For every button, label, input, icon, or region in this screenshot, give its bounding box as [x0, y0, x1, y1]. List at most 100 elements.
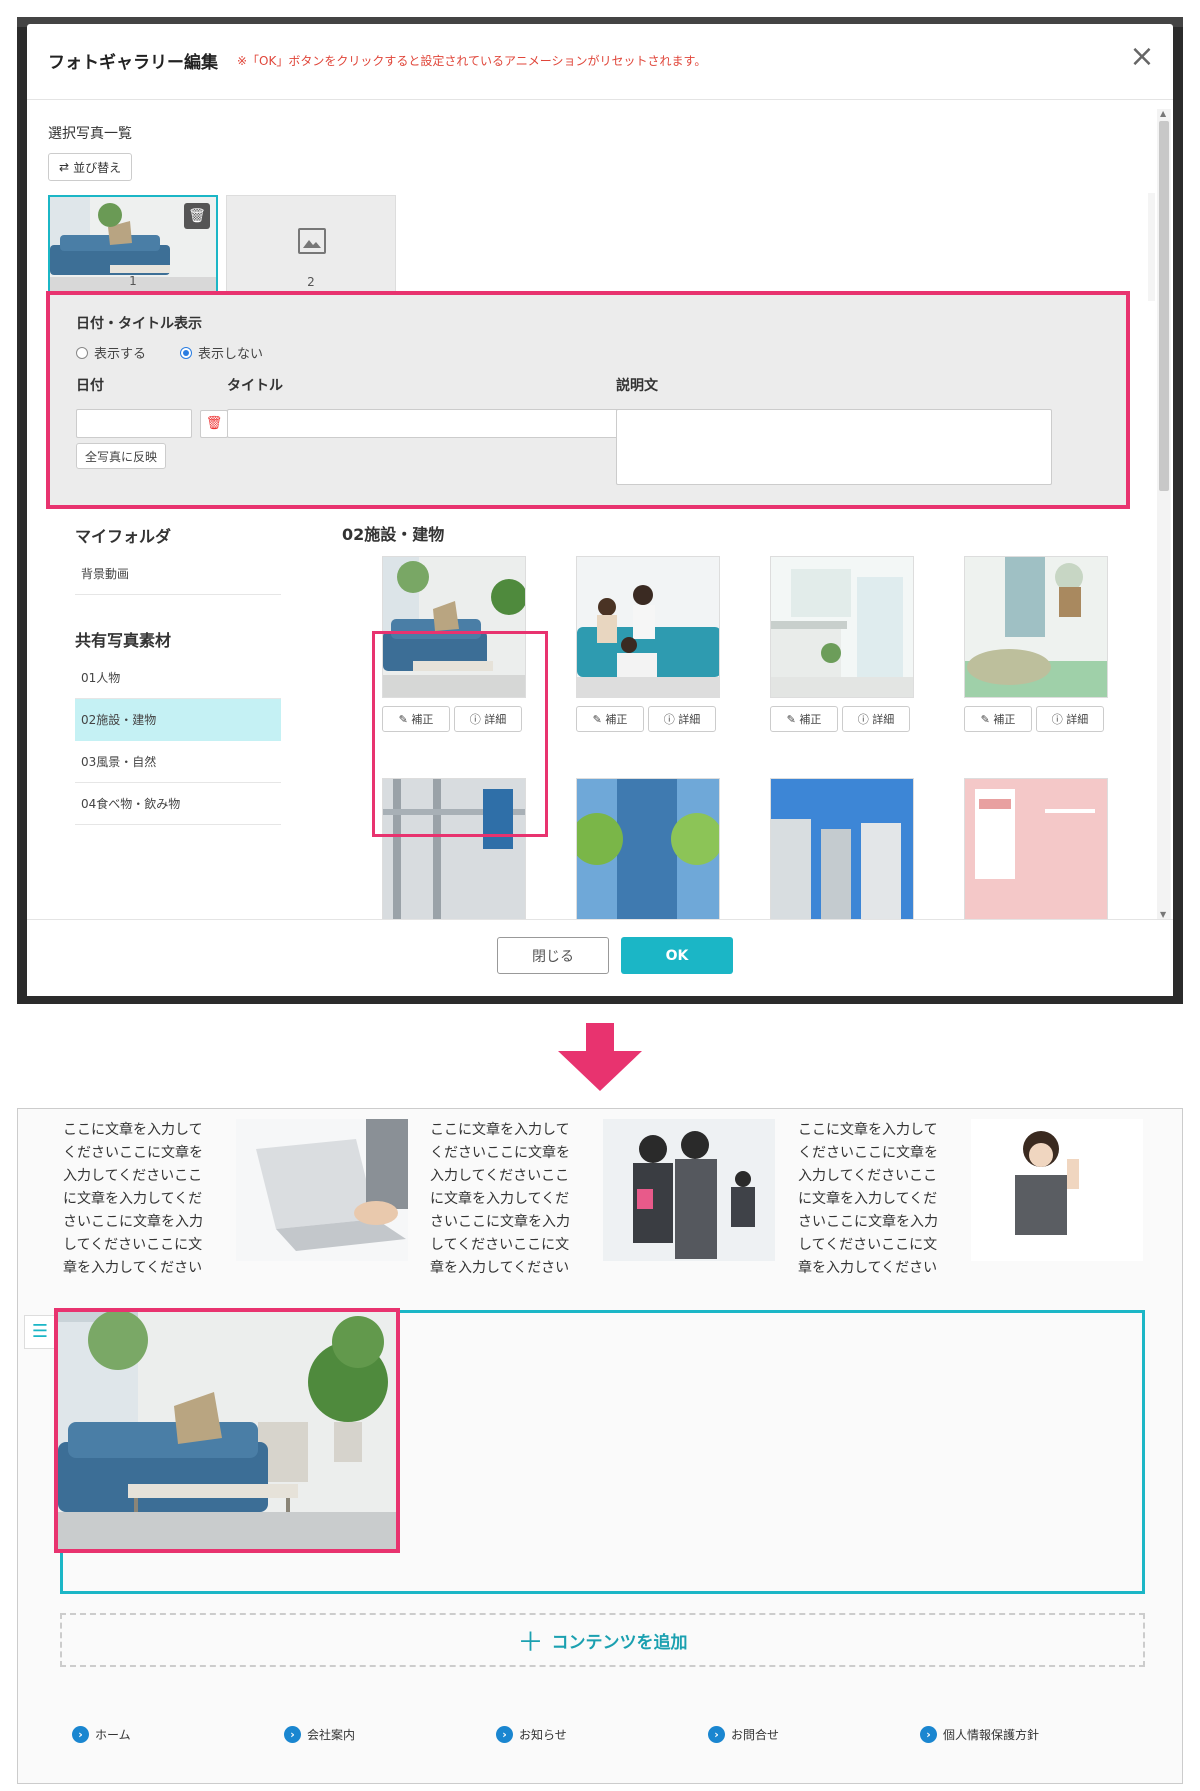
dialog-scrollbar[interactable]: ▲ ▼: [1157, 109, 1171, 919]
dialog-body: 選択写真一覧 ⇄ 並び替え 🗑 1 2 日付・タイトル表示 表示する 表示しない…: [27, 101, 1155, 919]
radio-hide-button[interactable]: [180, 346, 193, 359]
body-text: ここに文章を入力してくださいここに文章を入力してくださいここに文章を入力してくだ…: [798, 1122, 938, 1276]
sort-label: 並び替え: [73, 160, 122, 175]
detail-label: 詳細: [872, 713, 895, 726]
photo-item[interactable]: ✎ 補正 ⓘ 詳細: [964, 556, 1108, 732]
shop-photo[interactable]: [964, 778, 1108, 919]
my-folder-heading: マイフォルダ: [75, 527, 172, 546]
laptop-photo: [236, 1119, 408, 1261]
adjust-button[interactable]: ✎ 補正: [576, 706, 644, 732]
footer-nav-company[interactable]: › 会社案内: [272, 1725, 484, 1743]
scrollbar-thumb[interactable]: [1159, 121, 1169, 491]
dialog-footer: 閉じる OK: [27, 919, 1173, 996]
adjust-label: 補正: [605, 713, 628, 726]
adjust-label: 補正: [799, 713, 822, 726]
footer-nav-privacy[interactable]: › 個人情報保護方針: [908, 1725, 1120, 1743]
apply-all-button[interactable]: 全写真に反映: [76, 443, 167, 469]
radio-hide[interactable]: 表示しない: [180, 343, 263, 362]
footer-nav-label: 会社案内: [307, 1727, 356, 1742]
dialog-warning-note: ※「OK」ボタンをクリックすると設定されているアニメーションがリセットされます。: [237, 54, 707, 68]
gallery-title: 02施設・建物: [342, 525, 445, 544]
folder-item[interactable]: 04食べ物・飲み物: [75, 783, 281, 825]
folder-item[interactable]: 01人物: [75, 657, 281, 699]
add-content-label: コンテンツを追加: [551, 1632, 688, 1653]
folder-item-active[interactable]: 02施設・建物: [75, 699, 281, 741]
adjust-label: 補正: [993, 713, 1016, 726]
date-input[interactable]: [76, 409, 192, 438]
selected-photos-label: 選択写真一覧: [48, 126, 132, 142]
thumbnail-number: 2: [307, 275, 315, 289]
selected-thumbnail-2[interactable]: 2: [226, 195, 396, 293]
footer-nav-home[interactable]: › ホーム: [60, 1725, 272, 1743]
detail-button[interactable]: ⓘ 詳細: [842, 706, 910, 732]
body-text: ここに文章を入力してくださいここに文章を入力してくださいここに文章を入力してくだ…: [63, 1122, 203, 1276]
photo-item[interactable]: ✎ 補正 ⓘ 詳細: [770, 556, 914, 732]
sort-icon: ⇄: [59, 160, 70, 174]
detail-button[interactable]: ⓘ 詳細: [648, 706, 716, 732]
detail-label: 詳細: [678, 713, 701, 726]
chevron-right-icon: ›: [284, 1725, 301, 1743]
operator-photo: [971, 1119, 1143, 1261]
folder-item[interactable]: 03風景・自然: [75, 741, 281, 783]
scroll-down-icon[interactable]: ▼: [1160, 910, 1166, 919]
chevron-right-icon: ›: [708, 1725, 725, 1743]
detail-button[interactable]: ⓘ 詳細: [1036, 706, 1104, 732]
chevron-right-icon: ›: [72, 1725, 89, 1743]
chevron-right-icon: ›: [496, 1725, 513, 1743]
building-tree-photo[interactable]: [576, 778, 720, 919]
delete-icon[interactable]: 🗑: [184, 203, 210, 229]
clear-date-icon[interactable]: 🗑: [200, 410, 228, 438]
cushion-photo[interactable]: [964, 556, 1108, 698]
footer-nav: › ホーム › 会社案内 › お知らせ › お問合せ › 個人情報保護方針: [60, 1699, 1145, 1769]
footer-nav-news[interactable]: › お知らせ: [484, 1725, 696, 1743]
folder-item[interactable]: 背景動画: [75, 553, 281, 595]
footer-nav-label: お問合せ: [731, 1727, 780, 1742]
family-photo[interactable]: [576, 556, 720, 698]
folder-list: マイフォルダ 背景動画 共有写真素材 01人物 02施設・建物 03風景・自然 …: [75, 521, 281, 825]
close-button[interactable]: 閉じる: [497, 937, 609, 974]
image-placeholder-icon: [298, 228, 326, 254]
photo-item[interactable]: [770, 778, 914, 919]
ok-button[interactable]: OK: [621, 937, 733, 974]
selected-thumbnail-1[interactable]: 🗑 1: [48, 195, 218, 293]
display-radio-group: 表示する 表示しない: [76, 343, 263, 362]
footer-nav-label: お知らせ: [519, 1727, 567, 1742]
close-icon[interactable]: ×: [1125, 42, 1159, 76]
date-title-panel: 日付・タイトル表示 表示する 表示しない 日付 タイトル 説明文 🗑 全写真に反…: [46, 291, 1130, 509]
radio-show-label: 表示する: [94, 347, 147, 362]
detail-label: 詳細: [1066, 713, 1089, 726]
adjust-button[interactable]: ✎ 補正: [770, 706, 838, 732]
radio-hide-label: 表示しない: [198, 347, 264, 362]
gallery-sofa-photo[interactable]: [54, 1308, 400, 1553]
business-people-photo: [603, 1119, 775, 1261]
dialog-header: フォトギャラリー編集 ※「OK」ボタンをクリックすると設定されているアニメーショ…: [27, 24, 1173, 100]
footer-nav-contact[interactable]: › お問合せ: [696, 1725, 908, 1743]
sort-button[interactable]: ⇄ 並び替え: [48, 153, 133, 181]
photo-item[interactable]: ✎ 補正 ⓘ 詳細: [576, 556, 720, 732]
photo-item[interactable]: [576, 778, 720, 919]
radio-show-button[interactable]: [76, 346, 88, 359]
title-label: タイトル: [227, 378, 283, 394]
thumbnail-number: 1: [129, 274, 137, 288]
scroll-up-icon[interactable]: ▲: [1160, 109, 1166, 118]
city-photo[interactable]: [770, 778, 914, 919]
adjust-button[interactable]: ✎ 補正: [964, 706, 1032, 732]
radio-show[interactable]: 表示する: [76, 343, 146, 362]
plus-icon: ＋: [517, 1627, 544, 1658]
selected-photo-highlight: [372, 631, 548, 837]
add-content-button[interactable]: ＋ コンテンツを追加: [60, 1613, 1145, 1667]
dialog-title: フォトギャラリー編集: [48, 53, 218, 73]
page-preview: ここに文章を入力してくださいここに文章を入力してくださいここに文章を入力してくだ…: [17, 1108, 1183, 1784]
drag-handle-icon[interactable]: ☰: [24, 1315, 56, 1349]
description-label: 説明文: [616, 378, 658, 394]
photo-gallery-dialog: フォトギャラリー編集 ※「OK」ボタンをクリックすると設定されているアニメーショ…: [27, 24, 1173, 996]
selected-thumbnails: 🗑 1 2: [48, 193, 1155, 305]
description-textarea[interactable]: [616, 409, 1052, 485]
date-title-heading: 日付・タイトル表示: [76, 316, 202, 332]
photo-item[interactable]: [964, 778, 1108, 919]
washroom-photo[interactable]: [770, 556, 914, 698]
thumbnail-scrollbar[interactable]: [1148, 193, 1155, 301]
footer-nav-label: 個人情報保護方針: [943, 1727, 1040, 1742]
title-input[interactable]: [227, 409, 647, 438]
dialog-screenshot: フォトギャラリー編集 ※「OK」ボタンをクリックすると設定されているアニメーショ…: [17, 17, 1183, 1004]
